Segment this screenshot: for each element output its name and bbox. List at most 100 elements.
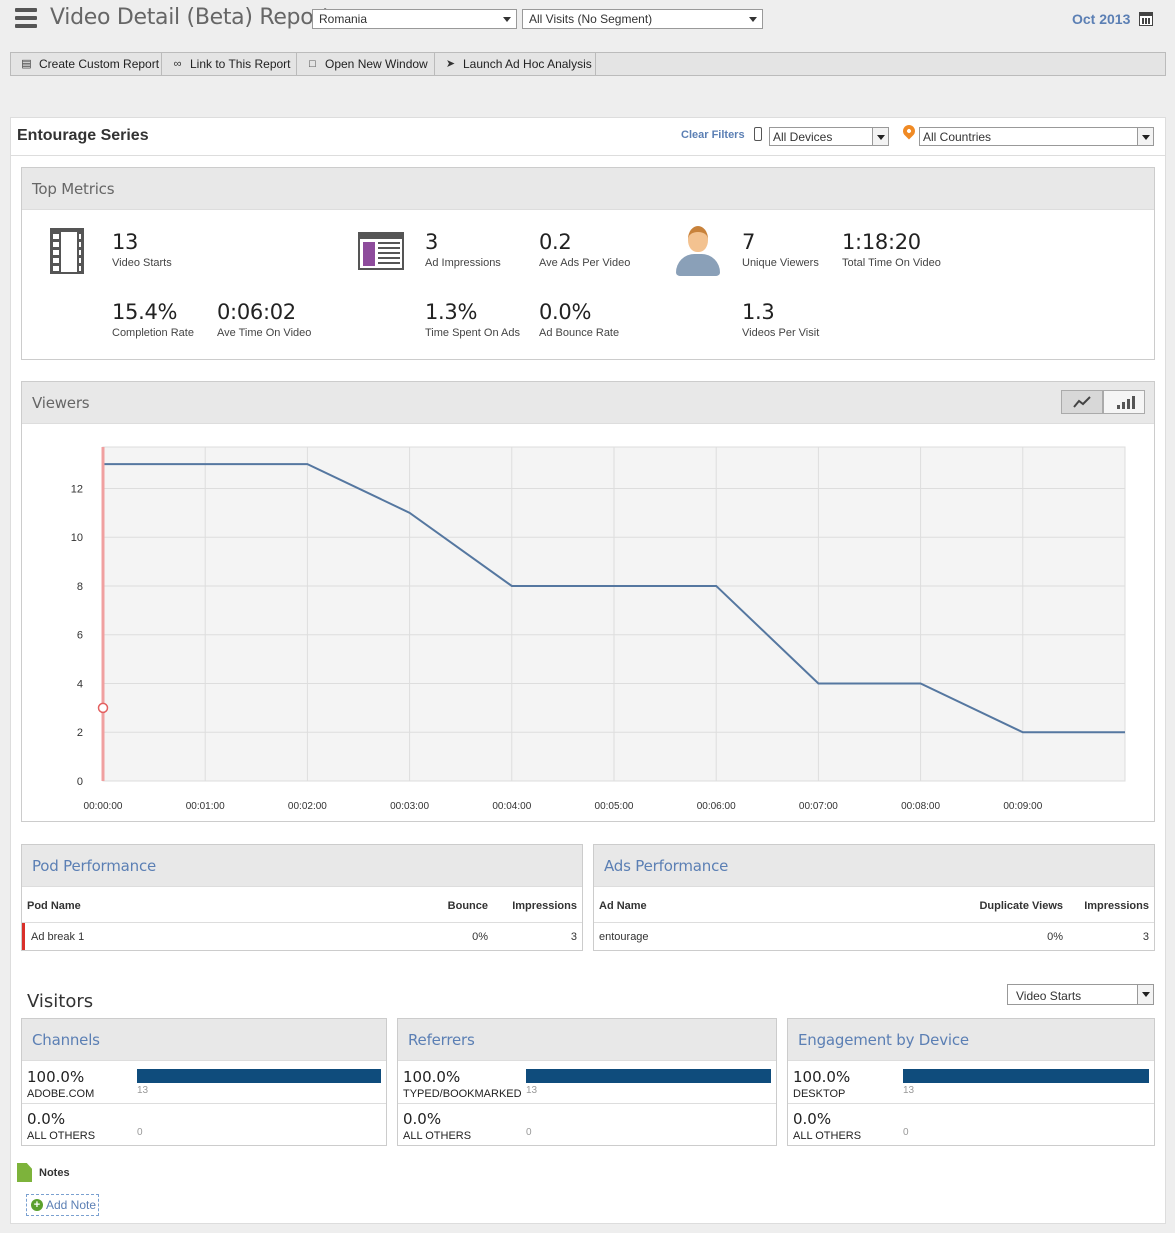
- y-tick-label: 4: [77, 678, 83, 690]
- launch-adhoc-button[interactable]: ➤ Launch Ad Hoc Analysis: [435, 53, 596, 75]
- menu-icon[interactable]: [15, 8, 37, 28]
- channel-label[interactable]: ALL OTHERS: [27, 1130, 95, 1142]
- metric-value: 13: [112, 230, 139, 254]
- segment-select-value: All Visits (No Segment): [529, 12, 653, 26]
- bar-chart-toggle[interactable]: [1103, 390, 1145, 414]
- metric-value: 1:18:20: [842, 230, 921, 254]
- divider: [22, 922, 582, 923]
- engagement-panel: Engagement by Device 100.0% DESKTOP 13 0…: [787, 1018, 1155, 1146]
- share-bar: [903, 1069, 1149, 1083]
- bar-chart-icon: [1117, 396, 1135, 409]
- channels-panel: Channels 100.0% ADOBE.COM 13 0.0% ALL OT…: [21, 1018, 387, 1146]
- launch-adhoc-label: Launch Ad Hoc Analysis: [463, 57, 592, 71]
- countries-select-value: All Countries: [923, 130, 992, 144]
- chevron-down-icon: [749, 17, 757, 22]
- metric-label: Videos Per Visit: [742, 327, 820, 339]
- countries-select[interactable]: All Countries: [919, 127, 1154, 146]
- metric-value: 3: [425, 230, 439, 254]
- devices-select[interactable]: All Devices: [769, 127, 889, 146]
- count: 13: [526, 1085, 538, 1096]
- chevron-down-icon: [503, 17, 511, 22]
- devices-select-value: All Devices: [773, 130, 833, 144]
- metric-time-spent-on-ads: 1.3% Time Spent On Ads: [425, 300, 520, 339]
- column-header[interactable]: Pod Name: [27, 900, 81, 912]
- duplicate-views-cell: 0%: [1047, 931, 1063, 943]
- x-tick-label: 00:00:00: [84, 801, 123, 812]
- referrer-label[interactable]: TYPED/BOOKMARKED: [403, 1088, 522, 1100]
- window-icon: □: [309, 58, 316, 70]
- metric-ad-impressions: 3 Ad Impressions: [425, 230, 501, 269]
- referrer-label[interactable]: ALL OTHERS: [403, 1130, 471, 1142]
- x-tick-label: 00:01:00: [186, 801, 225, 812]
- series-title: Entourage Series: [17, 127, 149, 144]
- x-tick-label: 00:08:00: [901, 801, 940, 812]
- metric-label: Video Starts: [112, 257, 172, 269]
- share-percent: 100.0%: [403, 1068, 461, 1086]
- date-range[interactable]: Oct 2013: [1072, 11, 1130, 27]
- device-label[interactable]: ALL OTHERS: [793, 1130, 861, 1142]
- column-header[interactable]: Impressions: [1084, 900, 1149, 912]
- metric-label: Time Spent On Ads: [425, 327, 520, 339]
- channel-label[interactable]: ADOBE.COM: [27, 1088, 94, 1100]
- region-select-value: Romania: [319, 12, 368, 26]
- y-tick-label: 6: [77, 630, 83, 642]
- ad-name-cell[interactable]: entourage: [599, 931, 649, 943]
- metric-value: 1.3: [742, 300, 775, 324]
- location-pin-icon: [900, 122, 918, 140]
- ad-lines-icon: [378, 242, 400, 266]
- segment-select[interactable]: All Visits (No Segment): [522, 9, 763, 29]
- pod-performance-panel: Pod Performance Pod Name Bounce Impressi…: [21, 844, 583, 951]
- metric-unique-viewers: 7 Unique Viewers: [742, 230, 819, 269]
- clear-filters-link[interactable]: Clear Filters: [681, 129, 745, 141]
- plus-icon: +: [31, 1199, 43, 1211]
- column-header[interactable]: Impressions: [512, 900, 577, 912]
- x-tick-label: 00:09:00: [1003, 801, 1042, 812]
- bounce-cell: 0%: [472, 931, 488, 943]
- count: 13: [137, 1085, 149, 1096]
- report-toolbar: ▤ Create Custom Report ∞ Link to This Re…: [10, 52, 1166, 76]
- metric-value: 0.0%: [539, 300, 592, 324]
- share-percent: 0.0%: [403, 1110, 442, 1128]
- share-bar: [526, 1069, 771, 1083]
- metric-videos-per-visit: 1.3 Videos Per Visit: [742, 300, 819, 339]
- ads-performance-panel: Ads Performance Ad Name Duplicate Views …: [593, 844, 1155, 951]
- notes-icon: [17, 1163, 32, 1182]
- viewers-panel: Viewers 0 2 4 6 8 10 12 00:00:00 00:01:00 00:02:0…: [21, 381, 1155, 822]
- viewers-title: Viewers: [22, 382, 1154, 424]
- link-report-label: Link to This Report: [190, 57, 291, 71]
- metric-label: Ave Time On Video: [217, 327, 312, 339]
- line-chart-toggle[interactable]: [1061, 390, 1103, 414]
- column-header[interactable]: Duplicate Views: [979, 900, 1063, 912]
- create-custom-report-button[interactable]: ▤ Create Custom Report: [11, 53, 162, 75]
- column-header[interactable]: Bounce: [448, 900, 488, 912]
- visitors-metric-select[interactable]: Video Starts: [1007, 984, 1154, 1005]
- x-tick-label: 00:05:00: [595, 801, 634, 812]
- viewers-line-chart: 0 2 4 6 8 10 12 00:00:00 00:01:00 00:02:00 00:03:0…: [71, 446, 1126, 812]
- device-label[interactable]: DESKTOP: [793, 1088, 845, 1100]
- impressions-cell: 3: [1142, 931, 1149, 943]
- count: 0: [903, 1127, 909, 1138]
- x-tick-label: 00:03:00: [390, 801, 429, 812]
- row-indicator: [22, 923, 25, 950]
- share-percent: 100.0%: [27, 1068, 85, 1086]
- share-percent: 0.0%: [793, 1110, 832, 1128]
- playhead-marker: [97, 702, 109, 714]
- rocket-icon: ➤: [445, 58, 456, 70]
- visitors-title: Visitors: [27, 991, 94, 1012]
- region-select[interactable]: Romania: [312, 9, 517, 29]
- notes-label: Notes: [39, 1167, 70, 1179]
- device-icon: [754, 127, 762, 141]
- pod-name-cell[interactable]: Ad break 1: [31, 931, 84, 943]
- add-note-button[interactable]: + Add Note: [26, 1194, 99, 1216]
- calendar-icon[interactable]: [1139, 12, 1153, 26]
- share-bar: [137, 1069, 381, 1083]
- metric-label: Completion Rate: [112, 327, 194, 339]
- column-header[interactable]: Ad Name: [599, 900, 647, 912]
- metric-label: Unique Viewers: [742, 257, 819, 269]
- link-report-button[interactable]: ∞ Link to This Report: [162, 53, 297, 75]
- x-tick-label: 00:04:00: [492, 801, 531, 812]
- metric-value: 0.2: [539, 230, 572, 254]
- engagement-title: Engagement by Device: [788, 1019, 1154, 1061]
- channels-title: Channels: [22, 1019, 386, 1061]
- open-window-button[interactable]: □ Open New Window: [297, 53, 435, 75]
